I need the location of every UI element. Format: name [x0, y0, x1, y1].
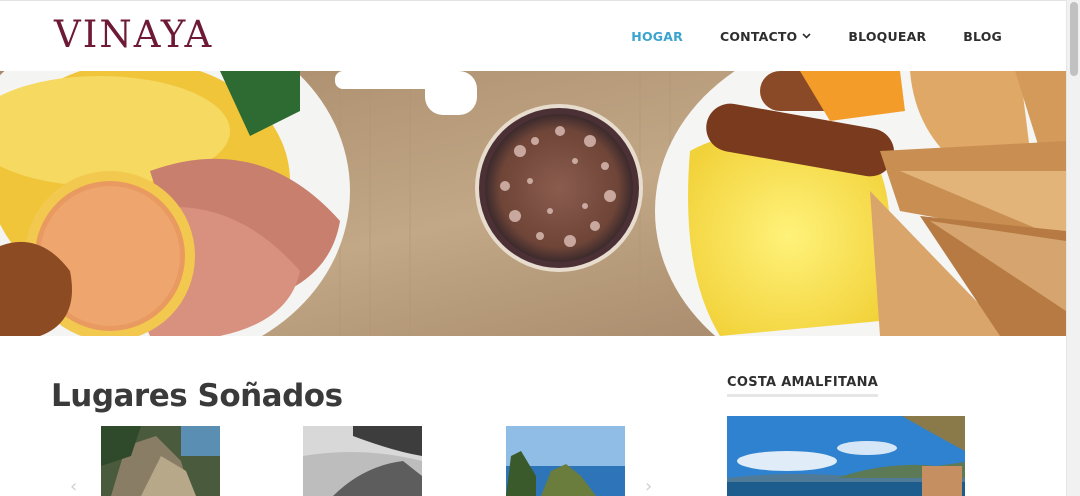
carousel-prev-arrow[interactable]: ‹	[70, 476, 77, 496]
section-title: Lugares Soñados	[51, 378, 343, 414]
content-area: Lugares Soñados ‹ › COSTA AMALFITANA	[0, 336, 1066, 496]
carousel-next-arrow[interactable]: ›	[645, 476, 652, 496]
widget-title: COSTA AMALFITANA	[727, 375, 879, 397]
carousel-thumb-3[interactable]	[506, 426, 625, 496]
page-scrollbar[interactable]	[1066, 0, 1080, 496]
carousel-thumb-1[interactable]	[101, 426, 220, 496]
nav-item-contacto[interactable]: CONTACTO	[720, 27, 811, 45]
chevron-down-icon	[802, 33, 811, 39]
scrollbar-thumb[interactable]	[1070, 2, 1078, 76]
carousel-thumb-2[interactable]	[303, 426, 422, 496]
nav-item-label: CONTACTO	[719, 28, 798, 44]
main-nav: HOGAR CONTACTO BLOQUEAR BLOG	[594, 27, 1002, 45]
nav-item-blog[interactable]: BLOG	[963, 27, 1002, 45]
widget-image[interactable]	[727, 416, 965, 496]
site-header: VINAYA HOGAR CONTACTO BLOQUEAR BLOG	[0, 0, 1066, 72]
nav-item-bloquear[interactable]: BLOQUEAR	[848, 27, 926, 45]
page: VINAYA HOGAR CONTACTO BLOQUEAR BLOG Luga…	[0, 0, 1066, 496]
nav-item-hogar[interactable]: HOGAR	[631, 27, 683, 45]
hero-image	[0, 71, 1066, 336]
site-logo[interactable]: VINAYA	[54, 15, 213, 55]
